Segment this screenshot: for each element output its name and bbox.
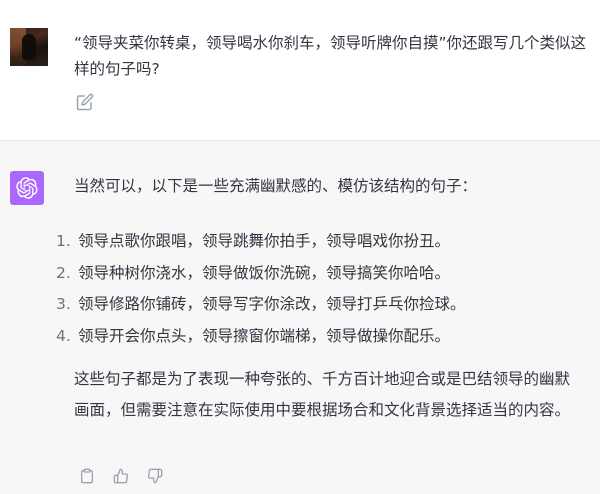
list-item: 3. 领导修路你铺砖，领导写字你涂改，领导打乒乓你捡球。 (56, 289, 466, 321)
list-item: 1. 领导点歌你跟唱，领导跳舞你拍手，领导唱戏你扮丑。 (56, 226, 466, 258)
list-item-text: 领导开会你点头，领导擦窗你端梯，领导做操你配乐。 (78, 326, 451, 345)
message-actions (78, 467, 164, 485)
user-avatar (10, 28, 48, 66)
edit-icon[interactable] (76, 93, 94, 111)
assistant-intro-text: 当然可以，以下是一些充满幽默感的、模仿该结构的句子： (74, 177, 478, 195)
thumbs-up-icon[interactable] (112, 467, 130, 485)
openai-logo-icon (10, 171, 44, 205)
list-item: 4. 领导开会你点头，领导擦窗你端梯，领导做操你配乐。 (56, 321, 466, 353)
clipboard-icon[interactable] (78, 467, 96, 485)
list-item-number: 1. (56, 232, 71, 250)
list-item-number: 2. (56, 263, 71, 282)
avatar-figure (22, 34, 36, 60)
answer-list: 1. 领导点歌你跟唱，领导跳舞你拍手，领导唱戏你扮丑。 2. 领导种树你浇水，领导做… (56, 226, 466, 352)
list-item-number: 3. (56, 295, 71, 313)
user-message-text: “领导夹菜你转桌，领导喝水你刹车，领导听牌你自摸”你还跟写几个类似这样的句子吗? (74, 34, 587, 78)
list-item-text: 领导点歌你跟唱，领导跳舞你拍手，领导唱戏你扮丑。 (78, 232, 451, 250)
thumbs-down-icon[interactable] (146, 467, 164, 485)
user-message-block: “领导夹菜你转桌，领导喝水你刹车，领导听牌你自摸”你还跟写几个类似这样的句子吗? (0, 0, 600, 141)
list-item: 2. 领导种树你浇水，领导做饭你洗碗，领导搞笑你哈哈。 (56, 258, 466, 290)
list-item-text: 领导种树你浇水，领导做饭你洗碗，领导搞笑你哈哈。 (78, 263, 451, 282)
assistant-message-block: 当然可以，以下是一些充满幽默感的、模仿该结构的句子： 1. 领导点歌你跟唱，领导跳… (0, 141, 600, 494)
list-item-number: 4. (56, 326, 71, 345)
assistant-closing-text: 这些句子都是为了表现一种夸张的、千方百计地迎合或是巴结领导的幽默画面，但需要注意… (74, 370, 571, 419)
list-item-text: 领导修路你铺砖，领导写字你涂改，领导打乒乓你捡球。 (78, 295, 466, 313)
